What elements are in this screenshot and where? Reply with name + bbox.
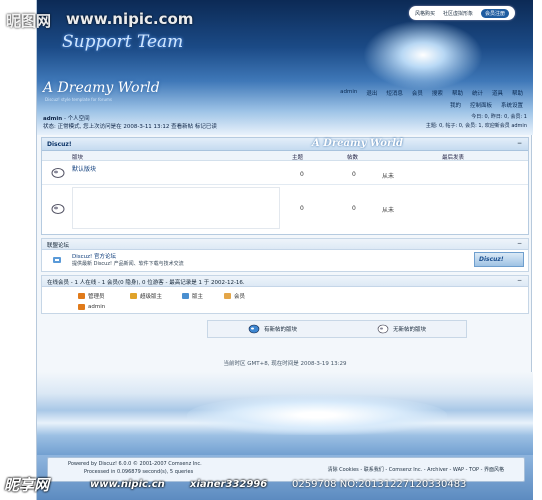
nav-logout[interactable]: 退出 <box>366 89 377 97</box>
time-line: 当前时区 GMT+8, 现在时间是 2008-3-19 13:29 <box>223 361 347 367</box>
nav-members[interactable]: 会员 <box>412 89 423 97</box>
nav-search[interactable]: 搜索 <box>432 89 443 97</box>
collapse-icon[interactable]: − <box>517 277 522 284</box>
forum-last-post: 从未 <box>382 207 395 214</box>
forum-legend-bar: 有新帖的版块 无新帖的版块 <box>207 320 467 338</box>
nav-props[interactable]: 道具 <box>492 89 503 97</box>
stats-summary: 主题: 0, 帖子: 0, 会员: 1, 欢迎新会员 admin <box>425 123 527 129</box>
online-section: 在线会员 - 1 人在线 - 1 会员(0 隐身), 0 位游客 - 最高记录是… <box>41 275 529 314</box>
online-member: admin <box>78 304 105 310</box>
forum-last-post: 从未 <box>382 173 395 180</box>
links-header: 联盟论坛 − <box>42 239 528 250</box>
discuz-logo[interactable]: Discuz! <box>474 252 524 267</box>
online-header: 在线会员 - 1 人在线 - 1 会员(0 隐身), 0 位游客 - 最高记录是… <box>42 276 528 287</box>
forum-topics: 0 <box>300 205 304 212</box>
status-line: 状态: 正常模式, 您上次访问是在 2008-3-11 13:12 查看新帖 标… <box>43 124 217 130</box>
no-new-posts-icon <box>377 324 389 334</box>
planet-glow <box>363 20 483 90</box>
legend-mod: 版主 <box>182 292 203 300</box>
nav-control-panel[interactable]: 控制面板 <box>470 101 492 109</box>
nav-messages[interactable]: 短消息 <box>386 89 403 97</box>
super-moderator-icon <box>130 293 137 299</box>
support-title: Support Team <box>62 32 184 52</box>
forum-posts: 0 <box>352 205 356 212</box>
table-row: 默认版块 0 0 从未 <box>42 161 528 185</box>
col-last: 最后发表 <box>442 155 465 161</box>
legend-no-new-posts: 无新帖的版块 <box>377 324 426 334</box>
admin-icon <box>78 304 85 310</box>
forum-section: Discuz! A Dreamy World − 版块 主题 帖数 最后发表 默… <box>41 137 529 235</box>
watermark-number: 0259708 NO:20131227120330483 <box>292 479 467 490</box>
tab-style-purchase[interactable]: 风格购买 <box>415 10 435 17</box>
moderator-icon <box>182 293 189 299</box>
forum-column-header: 版块 主题 帖数 最后发表 <box>42 151 528 161</box>
nav-help2[interactable]: 帮助 <box>512 89 523 97</box>
watermark-cn-bottom: 昵享网 <box>4 476 50 494</box>
admin-icon <box>78 293 85 299</box>
waterfall-mist <box>187 395 447 435</box>
online-title: 在线会员 - 1 人在线 - 1 会员(0 隐身), 0 位游客 - 最高记录是… <box>47 280 245 286</box>
col-posts: 帖数 <box>347 155 359 161</box>
nav-stats[interactable]: 统计 <box>472 89 483 97</box>
link-description: 提供最新 Discuz! 产品新闻、软件下载与技术交流 <box>72 261 184 267</box>
watermark-url-bottom: www.nipic.cn <box>90 479 165 490</box>
watermark-url-top: www.nipic.com <box>66 10 194 28</box>
forum-section-header: Discuz! A Dreamy World − <box>42 138 528 151</box>
new-posts-icon <box>248 324 260 334</box>
top-tabs: 风格购买 社区虚拟形象 会员注册 <box>408 6 515 20</box>
nav-my[interactable]: 我的 <box>450 101 461 109</box>
legend-new-posts: 有新帖的版块 <box>248 324 297 334</box>
brand-title: A Dreamy World <box>43 80 160 96</box>
col-forum: 版块 <box>72 155 84 161</box>
nav-system-settings[interactable]: 系统设置 <box>501 101 523 109</box>
collapse-icon[interactable]: − <box>517 240 522 247</box>
watermark-author: xianer332996 <box>190 479 268 490</box>
link-icon <box>53 257 61 263</box>
user-line: admin - 个人空间 <box>43 116 90 122</box>
stats-today: 今日: 0, 昨日: 0, 会员: 1 <box>471 114 527 120</box>
watermark-bottom: 昵享网 www.nipic.cn xianer332996 0259708 NO… <box>0 472 542 500</box>
forum-banner: A Dreamy World <box>312 138 404 149</box>
forum-page: Support Team A Dreamy World Discuz! styl… <box>36 0 533 500</box>
powered-by[interactable]: Powered by Discuz! 6.0.0 © 2001-2007 Com… <box>68 461 202 467</box>
sub-nav: 我的 控制面板 系统设置 <box>450 101 523 109</box>
table-row: 0 0 从未 <box>42 185 528 233</box>
tab-register[interactable]: 会员注册 <box>480 8 509 18</box>
brand-subtitle: Discuz! style template for forums <box>45 97 112 102</box>
forum-topics: 0 <box>300 171 304 178</box>
collapse-icon[interactable]: − <box>517 140 522 147</box>
link-name[interactable]: Discuz! 官方论坛 <box>72 252 116 260</box>
main-nav: admin 退出 短消息 会员 搜索 帮助 统计 道具 帮助 <box>340 89 523 97</box>
site-stats: 今日: 0, 昨日: 0, 会员: 1 主题: 0, 帖子: 0, 会员: 1,… <box>426 113 527 131</box>
watermark-cn-top: 昵图网 <box>6 12 52 30</box>
legend-admin: 管理员 <box>78 292 105 300</box>
legend-super-mod: 超级版主 <box>130 292 162 300</box>
legend-member: 会员 <box>224 292 245 300</box>
links-section: 联盟论坛 − Discuz! 官方论坛 提供最新 Discuz! 产品新闻、软件… <box>41 238 529 272</box>
forum-status-icon <box>51 204 65 214</box>
forum-section-title[interactable]: Discuz! <box>47 141 72 148</box>
links-title: 联盟论坛 <box>47 243 70 249</box>
forum-posts: 0 <box>352 171 356 178</box>
nav-help[interactable]: 帮助 <box>452 89 463 97</box>
forum-name[interactable]: 默认版块 <box>72 164 96 173</box>
col-topics: 主题 <box>292 155 304 161</box>
tab-avatar[interactable]: 社区虚拟形象 <box>443 10 473 17</box>
forum-status-icon <box>51 168 65 178</box>
forum-description-box <box>72 187 280 229</box>
nav-user[interactable]: admin <box>340 89 357 97</box>
member-icon <box>224 293 231 299</box>
